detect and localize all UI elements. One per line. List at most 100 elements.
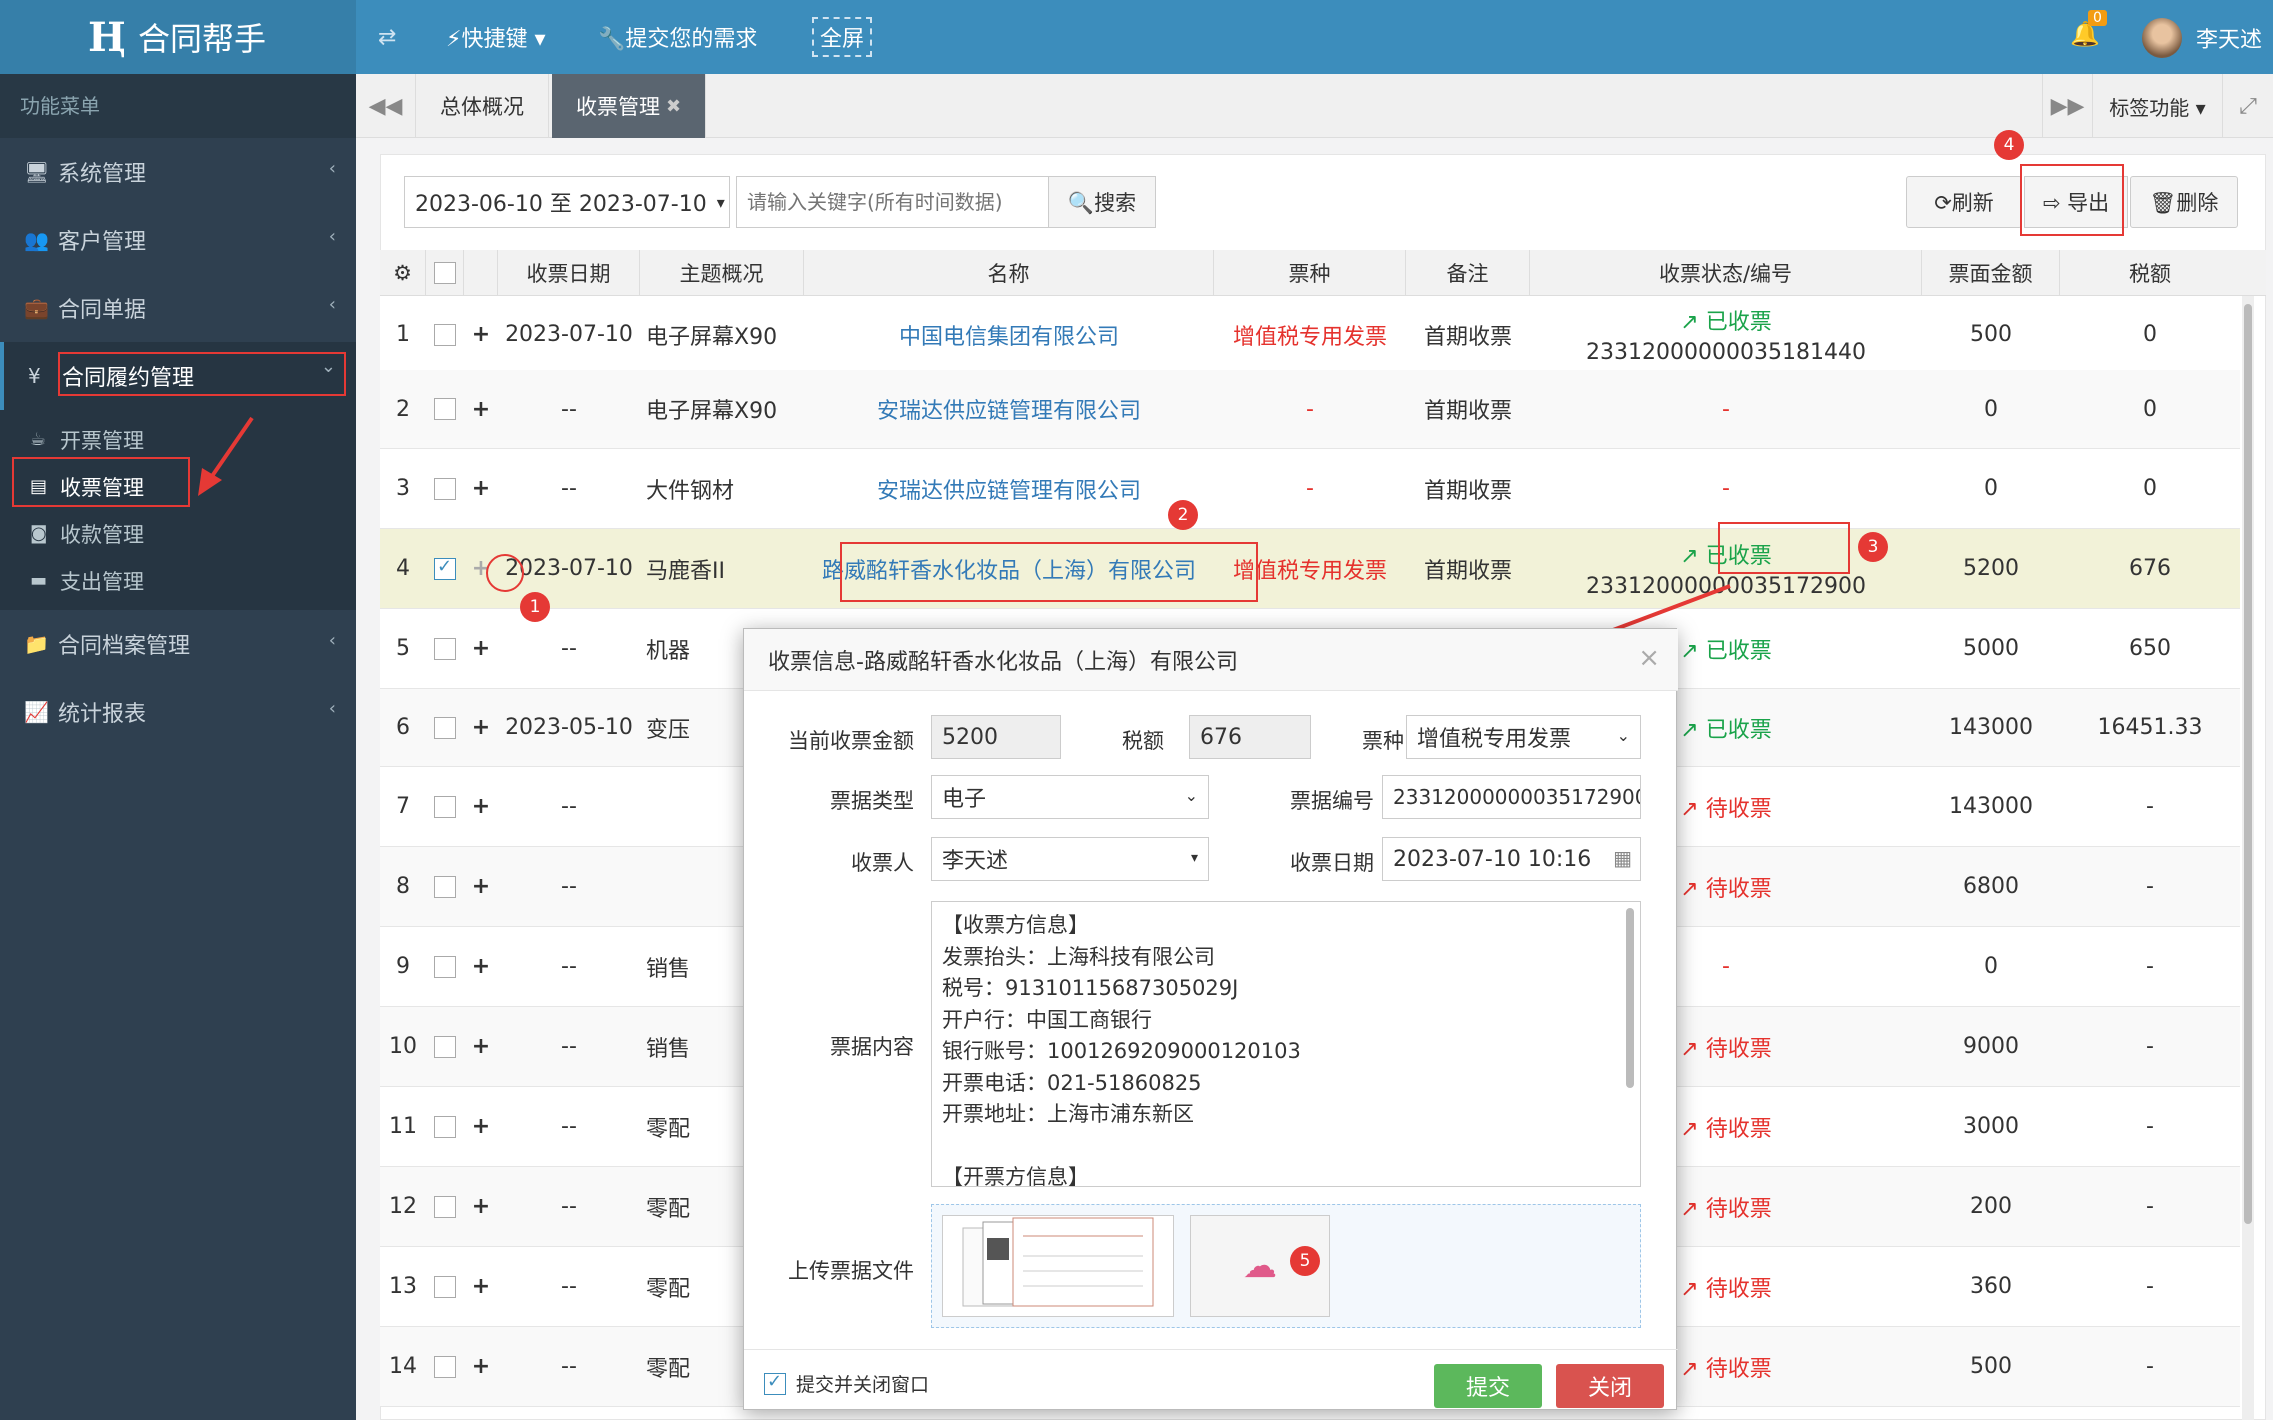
sidebar-item-contract-docs[interactable]: 💼 合同单据 ‹ — [0, 274, 356, 342]
status-badge[interactable]: ↗ 已收票 — [1680, 304, 1771, 336]
upload-area[interactable]: ☁ — [931, 1204, 1641, 1328]
col-note[interactable]: 备注 — [1406, 250, 1530, 296]
col-date[interactable]: 收票日期 — [498, 250, 640, 296]
search-input[interactable] — [747, 190, 1049, 214]
tax-field[interactable]: 676 — [1189, 715, 1311, 759]
row-checkbox[interactable] — [434, 323, 456, 346]
expand-row-icon[interactable]: + — [464, 1007, 498, 1086]
expand-row-icon[interactable]: + — [464, 296, 498, 373]
tag-function-menu[interactable]: 标签功能 ▾ — [2092, 74, 2222, 138]
expand-row-icon[interactable]: + — [464, 449, 498, 528]
fullscreen-button[interactable]: 全屏 — [812, 17, 873, 57]
sidebar-sub-invoice-issue[interactable]: ☕ 开票管理 — [0, 416, 356, 463]
status-badge[interactable]: - — [1722, 954, 1730, 979]
search-input-wrap[interactable] — [736, 176, 1050, 228]
delete-button[interactable]: 🗑删除 — [2130, 176, 2238, 228]
row-checkbox[interactable] — [434, 637, 456, 660]
expand-row-icon[interactable]: + — [464, 689, 498, 766]
tab-back-icon[interactable]: ◀◀ — [356, 74, 416, 138]
sidebar-item-customer[interactable]: 👥 客户管理 ‹ — [0, 206, 356, 274]
expand-row-icon[interactable]: + — [464, 370, 498, 448]
expand-row-icon[interactable]: + — [464, 1167, 498, 1246]
row-checkbox[interactable] — [434, 1355, 456, 1378]
calendar-icon[interactable]: ▦ — [1613, 846, 1632, 870]
tab-close-icon[interactable]: ✖ — [666, 96, 681, 117]
col-name[interactable]: 名称 — [804, 250, 1214, 296]
cell-name[interactable]: 安瑞达供应链管理有限公司 — [804, 449, 1214, 528]
kind-select[interactable]: 增值税专用发票 ⌄ — [1406, 715, 1641, 759]
row-checkbox[interactable] — [434, 1275, 456, 1298]
status-badge[interactable]: - — [1722, 397, 1730, 422]
submit-close-checkbox[interactable] — [764, 1371, 786, 1395]
col-tax[interactable]: 税额 — [2060, 250, 2240, 296]
table-row[interactable]: 2 + -- 电子屏幕X90 安瑞达供应链管理有限公司 - 首期收票 - 0 0 — [380, 370, 2240, 449]
avatar[interactable] — [2142, 18, 2182, 58]
sidebar-sub-expense[interactable]: ▬ 支出管理 — [0, 557, 356, 604]
cancel-button[interactable]: 关闭 — [1556, 1364, 1664, 1408]
select-all-header[interactable] — [426, 250, 464, 296]
status-badge[interactable]: - — [1722, 476, 1730, 501]
row-checkbox[interactable] — [434, 1035, 456, 1058]
row-checkbox[interactable] — [434, 875, 456, 898]
status-badge[interactable]: ↗ 待收票 — [1680, 1191, 1771, 1223]
table-scroll-thumb[interactable] — [2244, 304, 2252, 1224]
col-type[interactable]: 票种 — [1214, 250, 1406, 296]
content-textarea[interactable]: 【收票方信息】 发票抬头：上海科技有限公司 税号：91310115687305029… — [931, 901, 1641, 1187]
row-checkbox[interactable] — [434, 556, 456, 580]
swap-icon[interactable]: ⇄ — [378, 0, 396, 74]
status-badge[interactable]: ↗ 待收票 — [1680, 871, 1771, 903]
user-name[interactable]: 李天述 — [2196, 22, 2262, 54]
tab-overview[interactable]: 总体概况 — [416, 74, 549, 138]
amount-field[interactable]: 5200 — [931, 715, 1061, 759]
receiver-select[interactable]: 李天述 ▾ — [931, 837, 1209, 881]
receive-date-field[interactable]: 2023-07-10 10:16 ▦ — [1382, 837, 1641, 881]
row-checkbox[interactable] — [434, 1195, 456, 1218]
cell-name[interactable]: 中国电信集团有限公司 — [804, 296, 1214, 373]
expand-row-icon[interactable]: + — [464, 767, 498, 846]
row-checkbox[interactable] — [434, 955, 456, 978]
col-status[interactable]: 收票状态/编号 — [1530, 250, 1922, 296]
expand-row-icon[interactable]: + — [464, 609, 498, 688]
status-badge[interactable]: ↗ 待收票 — [1680, 1031, 1771, 1063]
col-subject[interactable]: 主题概况 — [640, 250, 804, 296]
row-checkbox[interactable] — [434, 477, 456, 500]
select-all-checkbox[interactable] — [433, 262, 456, 284]
row-checkbox[interactable] — [434, 1115, 456, 1138]
close-icon[interactable]: × — [1638, 643, 1660, 673]
expand-row-icon[interactable]: + — [464, 1327, 498, 1406]
shortcut-menu[interactable]: ⚡快捷键 ▾ — [446, 0, 545, 74]
sidebar-item-reports[interactable]: 📈 统计报表 ‹ — [0, 678, 356, 746]
tab-receive-invoice[interactable]: 收票管理 ✖ — [552, 74, 707, 138]
sidebar-item-archive[interactable]: 📁 合同档案管理 ‹ — [0, 610, 356, 678]
expand-icon[interactable]: ⤢ — [2222, 74, 2273, 138]
row-checkbox[interactable] — [434, 795, 456, 818]
submit-button[interactable]: 提交 — [1434, 1364, 1542, 1408]
app-logo[interactable]: Ⱨ 合同帮手 — [0, 0, 356, 74]
expand-row-icon[interactable]: + — [464, 927, 498, 1006]
date-range-picker[interactable]: 2023-06-10 至 2023-07-10 ▾ — [404, 176, 730, 228]
expand-row-icon[interactable]: + — [464, 1087, 498, 1166]
col-amount[interactable]: 票面金额 — [1922, 250, 2060, 296]
doc-no-field[interactable]: 23312000000035172900 — [1382, 775, 1641, 819]
row-checkbox[interactable] — [434, 716, 456, 739]
tab-forward-icon[interactable]: ▶▶ — [2042, 74, 2092, 138]
row-checkbox[interactable] — [434, 398, 456, 420]
status-badge[interactable]: ↗ 待收票 — [1680, 1111, 1771, 1143]
sidebar-sub-payment-receive[interactable]: ◙ 收款管理 — [0, 510, 356, 557]
table-row[interactable]: 1 +2023-07-10 电子屏幕X90 中国电信集团有限公司 增值税专用发票 首期收票… — [380, 296, 2240, 374]
status-badge[interactable]: ↗ 待收票 — [1680, 791, 1771, 823]
settings-icon[interactable]: ⚙ — [380, 250, 426, 296]
status-badge[interactable]: ↗ 待收票 — [1680, 1351, 1771, 1383]
status-badge[interactable]: ↗ 待收票 — [1680, 1271, 1771, 1303]
table-row[interactable]: 3 + -- 大件钢材 安瑞达供应链管理有限公司 - 首期收票 - 0 0 — [380, 449, 2240, 529]
doc-type-select[interactable]: 电子 ⌄ — [931, 775, 1209, 819]
textarea-scrollbar[interactable] — [1626, 908, 1634, 1088]
table-row[interactable]: 4+2023-07-10马鹿香II路威酩轩香水化妆品（上海）有限公司增值税专用发… — [380, 529, 2240, 609]
refresh-button[interactable]: ⟳刷新 — [1906, 176, 2022, 228]
expand-row-icon[interactable]: + — [464, 847, 498, 926]
cell-name[interactable]: 安瑞达供应链管理有限公司 — [804, 370, 1214, 448]
search-button[interactable]: 🔍搜索 — [1048, 176, 1156, 228]
invoice-thumbnail[interactable] — [942, 1215, 1174, 1317]
sidebar-item-system[interactable]: 🖥 系统管理 ‹ — [0, 138, 356, 206]
submit-request-link[interactable]: 🔧提交您的需求 — [598, 0, 757, 74]
